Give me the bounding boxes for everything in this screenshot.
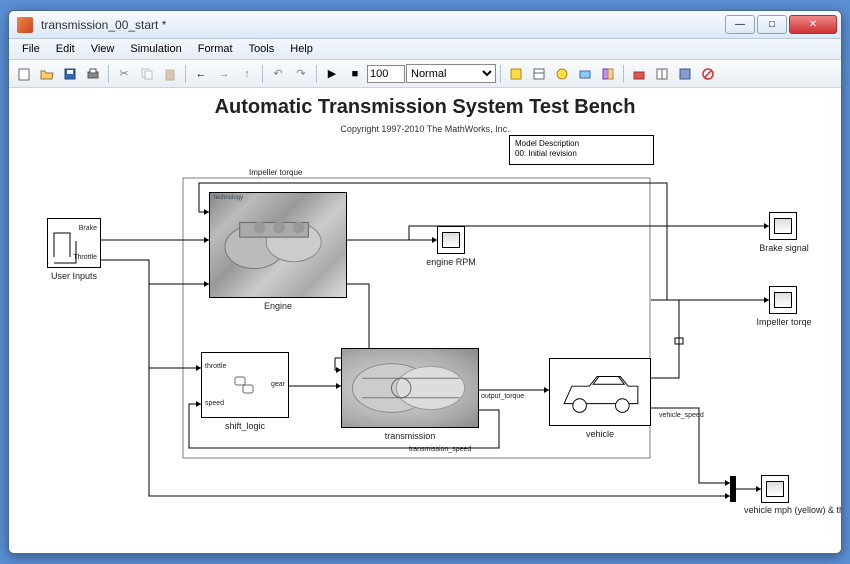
port-sl-throttle: throttle bbox=[205, 363, 226, 370]
open-icon[interactable] bbox=[36, 63, 58, 85]
port-sl-speed: speed bbox=[205, 400, 224, 407]
menu-edit[interactable]: Edit bbox=[49, 41, 82, 57]
tb-icon-3[interactable] bbox=[551, 63, 573, 85]
tb-icon-5[interactable] bbox=[597, 63, 619, 85]
print-icon[interactable] bbox=[82, 63, 104, 85]
save-icon[interactable] bbox=[59, 63, 81, 85]
scope-icon bbox=[762, 476, 788, 502]
block-vehicle-mph-scope[interactable] bbox=[761, 475, 789, 503]
app-icon bbox=[17, 17, 33, 33]
menu-help[interactable]: Help bbox=[283, 41, 320, 57]
block-user-inputs[interactable]: Brake Throttle bbox=[47, 218, 101, 268]
menu-format[interactable]: Format bbox=[191, 41, 240, 57]
port-sl-gear: gear bbox=[271, 381, 285, 388]
description-box[interactable]: Model Description 00: Initial revision bbox=[509, 135, 654, 165]
undo-icon[interactable]: ↶ bbox=[267, 63, 289, 85]
up-icon[interactable]: ↑ bbox=[236, 63, 258, 85]
label-transmission-speed: transmission_speed bbox=[409, 446, 471, 453]
toolbar: ✂ ← → ↑ ↶ ↷ ▶ ■ Normal bbox=[9, 60, 841, 88]
block-brake-signal-scope[interactable] bbox=[769, 212, 797, 240]
port-brake: Brake bbox=[79, 225, 97, 232]
scope-icon bbox=[438, 227, 464, 253]
model-canvas[interactable]: Automatic Transmission System Test Bench… bbox=[9, 88, 841, 553]
port-throttle: Throttle bbox=[73, 254, 97, 261]
label-vehicle-mph: vehicle mph (yellow) & throttle % bbox=[744, 506, 808, 516]
window-title: transmission_00_start * bbox=[37, 18, 723, 32]
diagram-title: Automatic Transmission System Test Bench bbox=[9, 96, 841, 119]
new-model-icon[interactable] bbox=[13, 63, 35, 85]
desc-line1: Model Description bbox=[515, 139, 648, 149]
minimize-button[interactable]: — bbox=[725, 15, 755, 34]
menu-file[interactable]: File bbox=[15, 41, 47, 57]
car-icon bbox=[550, 359, 650, 425]
label-vehicle: vehicle bbox=[549, 429, 651, 439]
model-explorer-icon[interactable] bbox=[651, 63, 673, 85]
label-transmission: transmission bbox=[341, 431, 479, 441]
menu-simulation[interactable]: Simulation bbox=[123, 41, 188, 57]
menu-tools[interactable]: Tools bbox=[242, 41, 282, 57]
desc-line2: 00: Initial revision bbox=[515, 149, 648, 159]
engine-image bbox=[210, 193, 346, 297]
label-impeller-torque: Impeller torque bbox=[249, 168, 302, 177]
redo-icon[interactable]: ↷ bbox=[290, 63, 312, 85]
stop-time-input[interactable] bbox=[367, 65, 405, 83]
label-user-inputs: User Inputs bbox=[47, 271, 101, 281]
menu-view[interactable]: View bbox=[84, 41, 122, 57]
scope-icon bbox=[770, 287, 796, 313]
label-vehicle-speed: vehicle_speed bbox=[659, 412, 704, 419]
tb-icon-8[interactable] bbox=[674, 63, 696, 85]
block-vehicle[interactable] bbox=[549, 358, 651, 426]
stop-icon[interactable]: ■ bbox=[344, 63, 366, 85]
tb-icon-2[interactable] bbox=[528, 63, 550, 85]
copy-icon[interactable] bbox=[136, 63, 158, 85]
label-output-torque: output_torque bbox=[481, 393, 524, 400]
tb-icon-9[interactable] bbox=[697, 63, 719, 85]
block-engine[interactable] bbox=[209, 192, 347, 298]
play-icon[interactable]: ▶ bbox=[321, 63, 343, 85]
titlebar[interactable]: transmission_00_start * — □ ✕ bbox=[9, 11, 841, 39]
tb-icon-4[interactable] bbox=[574, 63, 596, 85]
block-shift-logic[interactable]: throttle speed gear bbox=[201, 352, 289, 418]
label-engine: Engine bbox=[209, 301, 347, 311]
label-impeller-torqe: Impeller torqe bbox=[751, 317, 817, 327]
label-shift-logic: shift_logic bbox=[201, 421, 289, 431]
label-brake-signal: Brake signal bbox=[754, 243, 814, 253]
library-browser-icon[interactable] bbox=[628, 63, 650, 85]
block-mux[interactable] bbox=[730, 476, 736, 502]
forward-icon[interactable]: → bbox=[213, 63, 235, 85]
block-engine-rpm-scope[interactable] bbox=[437, 226, 465, 254]
cut-icon[interactable]: ✂ bbox=[113, 63, 135, 85]
transmission-image bbox=[342, 349, 478, 427]
close-button[interactable]: ✕ bbox=[789, 15, 837, 34]
diagram-copyright: Copyright 1997-2010 The MathWorks, Inc. bbox=[9, 124, 841, 134]
app-window: transmission_00_start * — □ ✕ File Edit … bbox=[8, 10, 842, 554]
back-icon[interactable]: ← bbox=[190, 63, 212, 85]
paste-icon[interactable] bbox=[159, 63, 181, 85]
block-impeller-torqe-scope[interactable] bbox=[769, 286, 797, 314]
signal-wires bbox=[9, 88, 841, 553]
menubar: File Edit View Simulation Format Tools H… bbox=[9, 39, 841, 60]
tb-icon-1[interactable] bbox=[505, 63, 527, 85]
block-transmission[interactable] bbox=[341, 348, 479, 428]
scope-icon bbox=[770, 213, 796, 239]
label-engine-rpm: engine RPM bbox=[421, 257, 481, 267]
simulation-mode-select[interactable]: Normal bbox=[406, 64, 496, 83]
maximize-button[interactable]: □ bbox=[757, 15, 787, 34]
